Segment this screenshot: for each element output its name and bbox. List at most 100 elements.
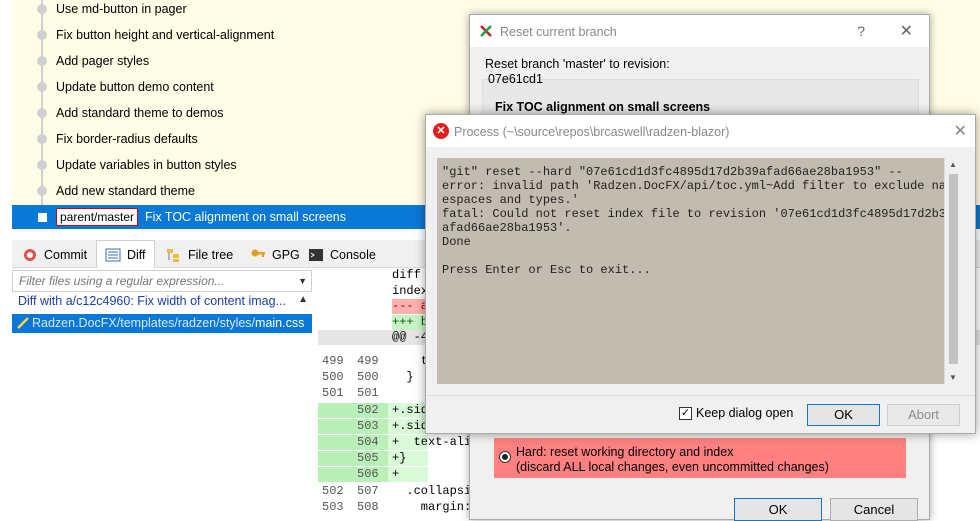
old-line-number: 503 (322, 499, 344, 514)
file-filter-input[interactable] (13, 271, 283, 291)
divider (426, 395, 975, 396)
dialog-titlebar: Reset current branch ? ✕ (470, 15, 929, 47)
scroll-thumb[interactable] (949, 174, 958, 364)
output-line: fatal: Could not reset index file to rev… (442, 207, 954, 221)
dialog-title: Process (~\source\repos\brcaswell\radzen… (454, 125, 730, 139)
diff-line-text: +++ b (392, 314, 429, 330)
tab-file-tree[interactable]: File tree (158, 242, 241, 268)
diff-line-text: margin: (392, 499, 472, 514)
new-line-number: 504 (357, 435, 379, 449)
diff-line-text: index (392, 283, 429, 298)
process-dialog: ✕ Process (~\source\repos\brcaswell\radz… (425, 114, 976, 434)
new-line-number: 500 (357, 370, 379, 385)
cancel-button[interactable]: Cancel (830, 498, 918, 521)
output-line: Done (442, 235, 471, 249)
tab-label: GPG (272, 248, 300, 262)
revision-hash: 07e61cd1 (488, 72, 543, 86)
commit-dot (37, 160, 47, 170)
reset-icon (480, 25, 492, 37)
commit-icon (24, 249, 36, 261)
commit-dot (38, 213, 47, 222)
help-icon[interactable]: ? (857, 23, 865, 39)
commit-message: Update button demo content (56, 80, 214, 94)
new-line-number: 499 (357, 354, 379, 368)
tab-label: Console (330, 248, 376, 262)
old-line-number: 501 (322, 386, 344, 401)
tab-commit[interactable]: Commit (14, 242, 95, 268)
file-path: Radzen.DocFX/templates/radzen/styles/ (32, 316, 256, 330)
commit-message: Add new standard theme (56, 184, 195, 198)
diff-line-text: + (392, 467, 400, 482)
commit-dot (37, 186, 47, 196)
tab-diff[interactable]: Diff (96, 240, 155, 268)
new-line-number: 505 (357, 451, 379, 466)
output-line: "git" reset --hard "07e61cd1d3fc4895d17d… (442, 165, 903, 179)
diff-line-text: .collapsin (392, 483, 479, 498)
old-line-number: 499 (322, 354, 344, 368)
new-line-number: 507 (357, 483, 379, 498)
diff-line-text: @@ -4 (392, 330, 429, 344)
commit-message: Fix border-radius defaults (56, 132, 198, 146)
old-line-number: 500 (322, 370, 344, 385)
commit-dot (37, 4, 47, 14)
file-list-item[interactable]: Radzen.DocFX/templates/radzen/styles/mai… (12, 314, 312, 333)
commit-message: Fix button height and vertical-alignment (56, 28, 275, 42)
diff-line-text: --- a (392, 299, 429, 314)
dialog-titlebar: ✕ Process (~\source\repos\brcaswell\radz… (426, 115, 975, 147)
reset-prompt: Reset branch 'master' to revision: (485, 57, 670, 71)
hard-reset-option[interactable]: Hard: reset working directory and index … (494, 438, 906, 478)
scroll-down-icon[interactable]: ▼ (949, 373, 957, 382)
keep-open-label[interactable]: Keep dialog open (696, 406, 793, 420)
scroll-up-icon[interactable]: ▲ (949, 160, 957, 169)
console-icon (309, 249, 323, 261)
abort-button[interactable]: Abort (887, 404, 960, 426)
file-name: main.css (255, 316, 305, 330)
diff-line-text: + text-ali (392, 435, 472, 449)
commit-message: Fix TOC alignment on small screens (495, 100, 711, 114)
commit-message: Update variables in button styles (56, 158, 237, 172)
diff-with-header[interactable]: Diff with a/c12c4960: Fix width of conte… (18, 294, 312, 312)
commit-dot (37, 82, 47, 92)
tab-label: Diff (127, 247, 146, 262)
new-line-number: 503 (357, 418, 379, 433)
tab-console[interactable]: Console (300, 242, 384, 268)
tab-label: File tree (188, 248, 234, 262)
ok-button[interactable]: OK (734, 498, 822, 521)
ok-button[interactable]: OK (807, 404, 880, 426)
key-icon (251, 249, 265, 257)
dropdown-arrow-icon[interactable]: ▼ (298, 276, 307, 286)
file-tree-icon (167, 249, 179, 262)
diff-line-text: +.sid (392, 418, 429, 433)
new-line-number: 501 (357, 386, 379, 401)
file-filter-combo[interactable]: ▼ (12, 270, 312, 292)
commit-message: Use md-button in pager (56, 2, 187, 16)
process-output[interactable]: "git" reset --hard "07e61cd1d3fc4895d17d… (437, 158, 954, 384)
diff-icon (105, 248, 121, 261)
new-line-number: 508 (357, 499, 379, 514)
commit-message: Add pager styles (56, 54, 150, 68)
pencil-icon (17, 317, 29, 329)
hard-reset-label: Hard: reset working directory and index (516, 445, 734, 459)
commit-dot (37, 134, 47, 144)
diff-line-text: } (392, 370, 414, 385)
keep-open-checkbox[interactable]: ✓ (679, 407, 692, 420)
close-icon[interactable]: ✕ (954, 121, 967, 141)
hard-reset-radio[interactable] (499, 451, 511, 463)
branch-label[interactable]: parent/master (56, 208, 139, 226)
close-icon[interactable]: ✕ (900, 21, 913, 41)
output-line: espaces and types.' (442, 193, 579, 207)
output-line: error: invalid path 'Radzen.DocFX/api/to… (442, 179, 954, 193)
commit-message: Add standard theme to demos (56, 106, 224, 120)
commit-message: Fix TOC alignment on small screens (145, 210, 347, 224)
tab-label: Commit (44, 248, 88, 262)
collapse-icon[interactable]: ▲ (298, 294, 308, 305)
commit-dot (37, 30, 47, 40)
dialog-title: Reset current branch (500, 25, 617, 39)
vertical-scrollbar[interactable]: ▲ ▼ (944, 158, 961, 384)
new-line-number: 502 (357, 402, 379, 417)
old-line-number: 502 (322, 483, 344, 498)
output-line: Press Enter or Esc to exit... (442, 263, 651, 277)
tab-gpg[interactable]: GPG (242, 242, 308, 268)
diff-line-text: +.sid (392, 402, 429, 417)
